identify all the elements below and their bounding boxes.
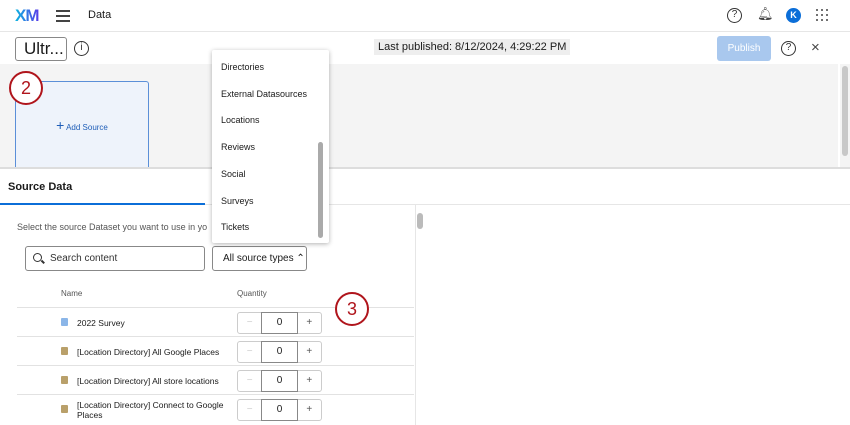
search-input[interactable]: Search content [25,246,205,271]
row-name: [Location Directory] Connect to Google P… [77,399,224,420]
decrement-button[interactable]: − [238,342,261,362]
table-row: [Location Directory] Connect to Google P… [17,394,414,423]
dropdown-option[interactable]: Surveys [221,196,254,206]
dropdown-option[interactable]: External Datasources [221,89,307,99]
info-icon[interactable]: i [74,41,89,56]
location-icon [61,376,68,384]
dropdown-option[interactable]: Directories [221,62,264,72]
help-icon[interactable]: ? [781,41,796,56]
quantity-value[interactable]: 0 [261,312,298,334]
decrement-button[interactable]: − [238,400,261,420]
add-source-label: Add Source [66,123,108,132]
apps-grid-icon[interactable] [816,9,829,22]
survey-icon [61,318,68,326]
tab-source-data[interactable]: Source Data [0,169,205,205]
step-badge: 3 [335,292,369,326]
increment-button[interactable]: + [298,313,321,333]
hamburger-menu-icon[interactable] [56,10,70,25]
row-name: 2022 Survey [77,317,125,328]
project-title-button[interactable]: Ultr... [15,37,67,61]
increment-button[interactable]: + [298,400,321,420]
instruction-text: Select the source Dataset you want to us… [17,222,208,232]
column-header-name: Name [61,289,83,298]
panel-scrollbar[interactable] [417,213,423,229]
dropdown-option[interactable]: Tickets [221,222,249,232]
quantity-value[interactable]: 0 [261,341,298,363]
increment-button[interactable]: + [298,342,321,362]
row-name: [Location Directory] All Google Places [77,346,220,357]
canvas-scrollbar[interactable] [840,64,850,167]
location-icon [61,405,68,413]
publish-button[interactable]: Publish [717,36,771,61]
source-type-value: All source types [223,253,294,264]
page-section-title: Data [88,9,112,21]
chevron-up-icon: ⌃ [296,253,305,264]
search-icon [33,253,42,262]
last-published-label: Last published: 8/12/2024, 4:29:22 PM [374,39,571,55]
row-name: [Location Directory] All store locations [77,375,219,386]
help-icon[interactable]: ? [727,8,742,23]
quantity-stepper[interactable]: −0 + [237,370,322,392]
dropdown-option[interactable]: Social [221,169,246,179]
avatar[interactable]: K [786,8,801,23]
table-row: [Location Directory] All store locations… [17,365,414,394]
xm-logo[interactable]: XM [15,6,39,26]
close-icon[interactable]: × [811,39,820,56]
table-row: [Location Directory] All Google Places −… [17,336,414,365]
source-type-dropdown: Directories External Datasources Locations… [212,50,329,243]
top-bar [0,0,850,32]
dropdown-option[interactable]: Locations [221,115,260,125]
location-icon [61,347,68,355]
quantity-stepper[interactable]: −0 + [237,312,322,334]
quantity-stepper[interactable]: −0 + [237,341,322,363]
step-badge: 2 [9,71,43,105]
search-placeholder: Search content [50,253,118,264]
dropdown-scrollbar[interactable] [318,142,323,238]
bell-icon[interactable]: 🔔︎ [757,6,774,22]
plus-icon: + [56,117,65,133]
column-header-quantity: Quantity [237,289,267,298]
decrement-button[interactable]: − [238,371,261,391]
increment-button[interactable]: + [298,371,321,391]
quantity-stepper[interactable]: −0 + [237,399,322,421]
quantity-value[interactable]: 0 [261,370,298,392]
dropdown-option[interactable]: Reviews [221,142,255,152]
quantity-value[interactable]: 0 [261,399,298,421]
decrement-button[interactable]: − [238,313,261,333]
source-type-select[interactable]: All source types ⌃ [212,246,307,271]
